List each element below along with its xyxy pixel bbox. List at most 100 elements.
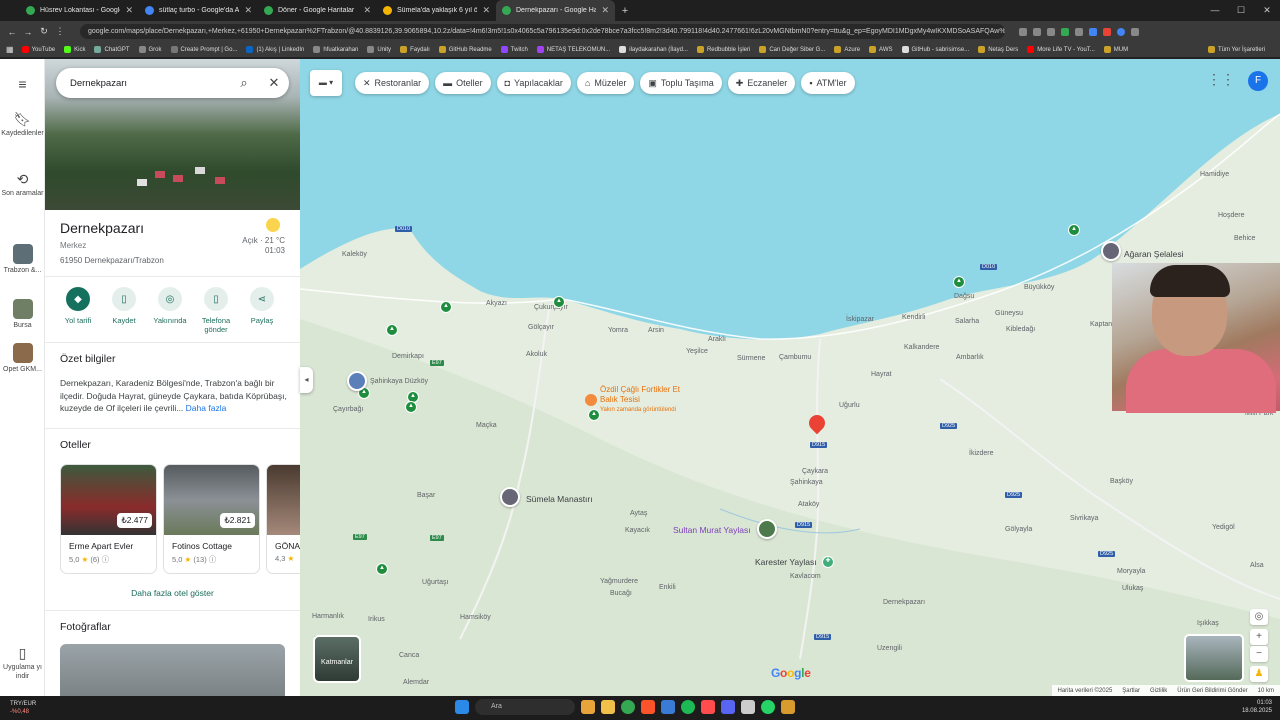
apps-grid-icon[interactable]: ▦ bbox=[6, 45, 14, 54]
recent-item[interactable]: Bursa bbox=[0, 299, 45, 330]
bookmark-item[interactable]: Kick bbox=[64, 46, 85, 53]
map-place-label[interactable]: Uğurtaşı bbox=[422, 579, 448, 586]
map-place-label[interactable]: Şahinkaya bbox=[790, 479, 823, 486]
layer-toggle[interactable]: ▬ ▾ bbox=[310, 70, 342, 96]
restaurant-label[interactable]: Özdil Çağlı Fortikler Et Balık Tesisi Ya… bbox=[600, 385, 688, 415]
map-place-label[interactable]: Sürmene bbox=[737, 355, 765, 362]
close-window-icon[interactable]: ✕ bbox=[1254, 0, 1280, 21]
map-place-label[interactable]: Yeşilce bbox=[686, 348, 708, 355]
map-canvas[interactable]: ▬ ▾ ✕ Restoranlar ▬ Oteller ◘ Yapılacaklar … bbox=[300, 59, 1280, 696]
bookmark-item[interactable]: Can Değer Siber G... bbox=[759, 46, 825, 53]
back-icon[interactable]: ← bbox=[4, 27, 20, 37]
bookmark-item[interactable]: (1) Akış | LinkedIn bbox=[246, 46, 304, 53]
photo-pin[interactable] bbox=[500, 487, 520, 507]
taskbar-search[interactable]: Ara bbox=[475, 699, 575, 715]
park-pin-icon[interactable]: ▲ bbox=[386, 324, 398, 336]
start-icon[interactable] bbox=[455, 700, 469, 714]
collapse-panel-button[interactable]: ◂ bbox=[300, 367, 313, 393]
chip-museums[interactable]: ⌂ Müzeler bbox=[576, 72, 635, 94]
get-app-button[interactable]: ▯ Uygulama yı indir bbox=[0, 645, 45, 681]
bookmark-item[interactable]: Twitch bbox=[500, 46, 528, 53]
extension-icon[interactable] bbox=[1061, 27, 1069, 36]
extension-icon[interactable] bbox=[1033, 27, 1041, 36]
chip-atms[interactable]: ▪ ATM'ler bbox=[801, 72, 855, 94]
map-place-label[interactable]: Kalkandere bbox=[904, 344, 939, 351]
directions-button[interactable]: ◆ Yol tarifi bbox=[55, 287, 101, 334]
url-field[interactable]: google.com/maps/place/Dernekpazarı,+Merk… bbox=[80, 24, 1005, 39]
minimize-icon[interactable]: — bbox=[1202, 0, 1228, 21]
map-place-label[interactable]: Demirkapı bbox=[392, 353, 424, 360]
zoom-in-button[interactable]: + bbox=[1250, 629, 1268, 645]
map-place-label[interactable]: Güneysu bbox=[995, 310, 1023, 317]
spotify-icon[interactable] bbox=[681, 700, 695, 714]
photo-pin[interactable] bbox=[757, 519, 777, 539]
app-icon[interactable] bbox=[701, 700, 715, 714]
app-icon[interactable] bbox=[661, 700, 675, 714]
photo-pin[interactable] bbox=[1101, 241, 1121, 261]
photo-pin[interactable] bbox=[347, 371, 367, 391]
close-icon[interactable]: ✕ bbox=[259, 75, 289, 91]
chrome-icon[interactable] bbox=[621, 700, 635, 714]
share-button[interactable]: ⋖ Paylaş bbox=[239, 287, 285, 334]
close-tab-icon[interactable]: ✕ bbox=[244, 5, 252, 16]
send-to-phone-button[interactable]: ▯ Telefona gönder bbox=[193, 287, 239, 334]
map-place-label[interactable]: Hamsiköy bbox=[460, 614, 491, 621]
restaurant-pin[interactable] bbox=[585, 394, 597, 406]
map-place-label[interactable]: Arsin bbox=[648, 327, 664, 334]
map-place-label[interactable]: Hayrat bbox=[871, 371, 892, 378]
app-icon[interactable] bbox=[781, 700, 795, 714]
hotel-card[interactable]: ₺2.477 Erme Apart Evler 5,0 ★ (6) ⓘ bbox=[60, 464, 157, 574]
fx-widget[interactable]: TRY/EUR -%0,48 bbox=[10, 700, 36, 716]
account-avatar[interactable]: F bbox=[1248, 71, 1268, 91]
bookmark-item[interactable]: Create Prompt | Go... bbox=[170, 46, 237, 53]
map-place-label[interactable]: Alsa bbox=[1250, 562, 1264, 569]
chip-restaurants[interactable]: ✕ Restoranlar bbox=[355, 72, 430, 94]
extension-icon[interactable] bbox=[1075, 27, 1083, 36]
folder-icon[interactable] bbox=[601, 700, 615, 714]
bookmark-item[interactable]: AWS bbox=[869, 46, 893, 53]
nearby-button[interactable]: ◎ Yakınında bbox=[147, 287, 193, 334]
forward-icon[interactable]: → bbox=[20, 27, 36, 37]
map-place-label[interactable]: Ağaran Şelalesi bbox=[1124, 249, 1184, 259]
map-place-label[interactable]: Çambumu bbox=[779, 354, 811, 361]
search-icon[interactable]: ⌕ bbox=[229, 75, 259, 91]
map-place-label[interactable]: Işıkkaş bbox=[1197, 620, 1219, 627]
menu-icon[interactable] bbox=[1131, 27, 1139, 36]
system-tray[interactable]: 01:03 18.08.2025 bbox=[1242, 699, 1272, 715]
map-place-label[interactable]: Ulukaş bbox=[1122, 585, 1143, 592]
street-view-preview[interactable] bbox=[1184, 634, 1244, 682]
hotel-card[interactable]: ₺2.821 Fotinos Cottage 5,0 ★ (13) ⓘ bbox=[163, 464, 260, 574]
park-pin-icon[interactable]: ▲ bbox=[440, 301, 452, 313]
extension-icon[interactable] bbox=[1103, 27, 1111, 36]
chip-hotels[interactable]: ▬ Oteller bbox=[435, 72, 491, 94]
bookmark-item[interactable]: GitHub Readme bbox=[438, 46, 492, 53]
bookmark-item[interactable]: More Life TV - YouT... bbox=[1027, 46, 1095, 53]
bookmark-item[interactable]: MUM bbox=[1103, 46, 1128, 53]
recent-item[interactable]: Opet GKM... bbox=[0, 343, 45, 374]
menu-button[interactable]: ≡ bbox=[0, 76, 45, 94]
map-place-label[interactable]: Maçka bbox=[476, 422, 497, 429]
terms-link[interactable]: Şartlar bbox=[1122, 688, 1140, 694]
map-place-label[interactable]: Bucağı bbox=[610, 590, 632, 597]
browser-tab[interactable]: Döner - Google Haritalar ✕ bbox=[258, 0, 377, 21]
reload-icon[interactable]: ↻ bbox=[36, 26, 52, 37]
extension-icon[interactable] bbox=[1047, 27, 1055, 36]
more-hotels-link[interactable]: Daha fazla otel göster bbox=[45, 588, 300, 598]
map-place-label[interactable]: Çaykara bbox=[802, 468, 828, 475]
whatsapp-icon[interactable] bbox=[761, 700, 775, 714]
park-pin-icon[interactable]: ▲ bbox=[588, 409, 600, 421]
map-place-label[interactable]: Aytaş bbox=[630, 510, 647, 517]
map-place-label[interactable]: Dağsu bbox=[954, 293, 974, 300]
extension-icon[interactable] bbox=[1019, 27, 1027, 36]
map-place-label[interactable]: Sümela Manastırı bbox=[526, 494, 593, 504]
all-bookmarks[interactable]: Tüm Yer İşaretleri bbox=[1207, 46, 1265, 53]
search-input[interactable]: Dernekpazarı bbox=[70, 78, 229, 89]
bookmark-item[interactable]: Azure bbox=[834, 46, 860, 53]
bookmark-item[interactable]: GitHub - sabrisimse... bbox=[901, 46, 969, 53]
map-place-label[interactable]: Kendirli bbox=[902, 314, 925, 321]
browser-tab[interactable]: Sümela'da yaklaşık 6 yıl önce b ✕ bbox=[377, 0, 496, 21]
photo-thumbnail[interactable] bbox=[60, 644, 285, 696]
map-place-label[interactable]: Çayırbağı bbox=[333, 406, 363, 413]
bookmark-item[interactable]: YouTube bbox=[21, 46, 55, 53]
map-place-label[interactable]: Enkili bbox=[659, 584, 676, 591]
